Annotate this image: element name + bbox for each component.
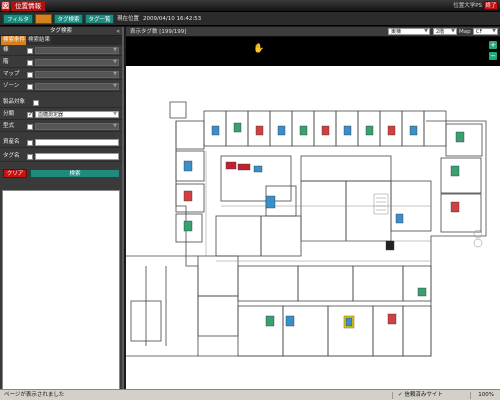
zoom-level[interactable]: 100% [478,390,494,400]
tag-name-input[interactable] [35,153,119,160]
field-zone: ゾーン ▼ [0,81,122,92]
field-label: ゾーン [3,83,20,89]
toolbar-tab-active[interactable] [35,14,52,24]
field-floor: 階 ▼ [0,57,122,68]
field-checkbox[interactable] [27,60,33,66]
panel-header: タグ検索 « [0,27,122,36]
field-map: マップ ▼ [0,69,122,80]
field-product-target: 製品対象 [0,97,122,108]
tag-list-button[interactable]: タグ一覧 [85,14,114,24]
field-building: 棟 ▼ [0,45,122,56]
exit-button[interactable]: 終了 [484,1,498,10]
security-zone: ✔ 信頼済みサイト [398,392,443,398]
clear-button[interactable]: クリア [3,169,27,178]
system-name: 位置大学PS [453,3,482,9]
search-results-list[interactable] [2,190,120,400]
field-label: マップ [3,71,20,77]
chevron-down-icon: ▼ [113,123,117,129]
building-select[interactable]: ▼ [35,47,119,54]
search-form: 棟 ▼ 階 ▼ マップ ▼ ゾーン ▼ 製品対象 分類 ✓ 血糖測定器 ▼ 型式… [0,45,122,185]
field-label: 棟 [3,47,9,53]
map-top-band: ✋ [126,37,500,66]
field-checkbox[interactable] [27,48,33,54]
map-select[interactable]: CF ▼ [473,28,498,35]
app-window: 図 位置情報 位置大学PS 終了 フィルタ タグ検索 タグ一覧 現在位置 2009… [0,0,500,400]
form-buttons: クリア 検索 [0,169,122,179]
floor-select[interactable]: 2階 ▼ [433,28,457,35]
field-checkbox[interactable] [27,111,33,118]
field-model: 型式 ▼ [0,121,122,132]
search-button[interactable]: 検索 [30,169,120,178]
tag-count-readout: 表示タグ数 [199/199] [130,29,187,35]
map-panel: 表示タグ数 [199/199] 東棟 ▼ 2階 ▼ Map CF ▼ ✋ + − [126,27,500,389]
field-checkbox[interactable] [27,154,33,160]
trusted-site-icon: ✔ [398,392,403,398]
zone-select[interactable]: ▼ [35,83,119,90]
chevron-down-icon: ▼ [113,59,117,65]
field-label: 製品対象 [3,99,26,105]
status-message: ページが表示されました [4,392,65,398]
floor-select[interactable]: ▼ [35,59,119,66]
chevron-down-icon: ▼ [113,47,117,53]
title-bar: 図 位置情報 位置大学PS 終了 [0,0,500,12]
field-label: 資産名 [3,139,20,145]
field-label: 分類 [3,111,15,117]
floor-plan-map[interactable] [126,66,500,389]
collapse-icon[interactable]: « [116,27,120,36]
asset-name-input[interactable] [35,139,119,146]
field-asset-name: 資産名 [0,137,122,148]
field-tag-name: タグ名 [0,151,122,162]
window-title: 位置情報 [11,1,45,11]
field-checkbox[interactable] [27,140,33,146]
building-select[interactable]: 東棟 ▼ [388,28,430,35]
chevron-down-icon: ▼ [113,83,117,89]
chevron-down-icon: ▼ [492,28,496,34]
app-logo-icon: 図 [1,1,10,11]
chevron-down-icon: ▼ [424,28,428,34]
browser-status-bar: ページが表示されました ✔ 信頼済みサイト 100% [0,389,500,400]
tag-search-button[interactable]: タグ検索 [54,14,83,24]
field-checkbox[interactable] [27,84,33,90]
field-category: 分類 血糖測定器▼ [0,109,122,120]
status-divider [470,392,471,399]
map-select[interactable]: ▼ [35,71,119,78]
zoom-out-icon[interactable]: − [489,52,497,60]
field-checkbox[interactable] [27,72,33,78]
map-label: Map [459,29,471,35]
tab-search-conditions[interactable]: 検索条件 [1,36,28,45]
panel-tabs: 検索条件 検索結果 [0,36,122,45]
field-checkbox[interactable] [27,124,33,130]
field-label: 階 [3,59,9,65]
category-select[interactable]: 血糖測定器 ▼ [35,111,119,118]
zoom-in-icon[interactable]: + [489,41,497,49]
field-label: 型式 [3,123,15,129]
filter-button[interactable]: フィルタ [3,14,33,24]
current-position-label: 現在位置 [117,16,140,22]
status-divider [392,392,393,399]
tag-search-panel: タグ検索 « 検索条件 検索結果 棟 ▼ 階 ▼ マップ ▼ ゾーン ▼ 製品対… [0,27,124,400]
chevron-down-icon: ▼ [113,71,117,77]
current-position-readout: 現在位置 2009/04/10 16:42:53 [117,14,205,24]
tab-search-results[interactable]: 検索結果 [26,36,53,45]
model-select[interactable]: ▼ [35,123,119,130]
panel-title: タグ検索 [49,28,72,34]
chevron-down-icon: ▼ [113,111,117,117]
map-header: 表示タグ数 [199/199] 東棟 ▼ 2階 ▼ Map CF ▼ [126,27,500,37]
chevron-down-icon: ▼ [451,28,455,34]
hand-pan-icon[interactable]: ✋ [253,44,264,54]
current-time: 2009/04/10 16:42:53 [143,16,202,22]
field-checkbox[interactable] [33,100,39,106]
field-label: タグ名 [3,153,20,159]
main-toolbar: フィルタ タグ検索 タグ一覧 現在位置 2009/04/10 16:42:53 [0,12,500,26]
